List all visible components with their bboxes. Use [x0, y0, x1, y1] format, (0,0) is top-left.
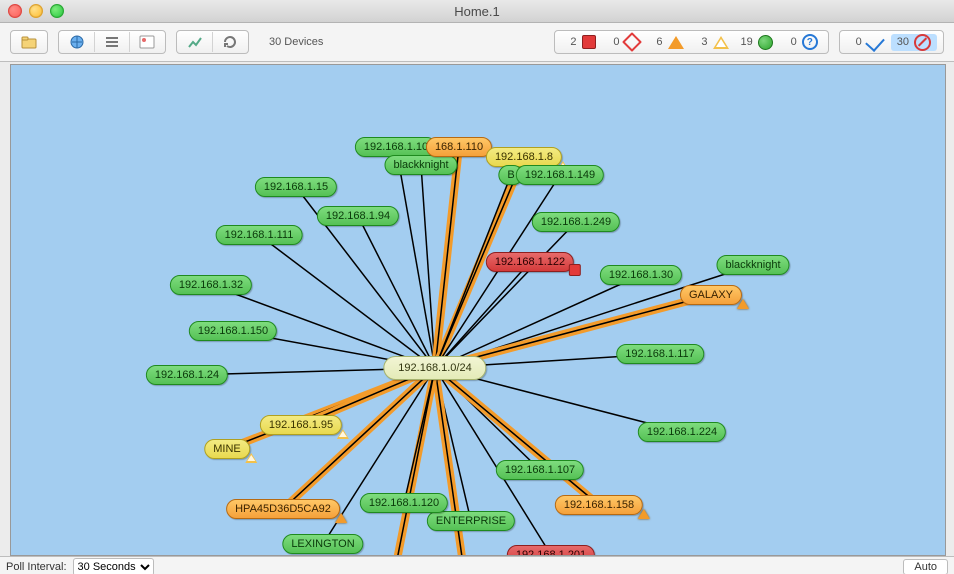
alarm-badge-icon — [335, 513, 347, 523]
status-ok[interactable]: 19 — [737, 35, 777, 50]
alarm-icon — [668, 36, 684, 49]
warning-badge-icon — [245, 453, 257, 463]
maximize-icon[interactable] — [50, 4, 64, 18]
globe-button[interactable] — [60, 32, 95, 52]
device-node-n249[interactable]: 192.168.1.249 — [532, 212, 620, 232]
status-alarm-count: 6 — [651, 36, 663, 48]
open-map-button[interactable] — [12, 32, 46, 52]
card-view-button[interactable] — [130, 32, 164, 52]
device-count-label: 30 Devices — [259, 32, 333, 52]
status-unknown[interactable]: 0 ? — [781, 34, 822, 50]
list-view-button[interactable] — [95, 32, 130, 52]
device-node-n110[interactable]: 168.1.110 — [426, 137, 492, 157]
device-node-n224[interactable]: 192.168.1.224 — [638, 422, 726, 442]
device-node-nhpa[interactable]: HPA45D36D5CA92 — [226, 499, 340, 519]
device-node-n95[interactable]: 192.168.1.95 — [260, 415, 342, 435]
poll-interval-label: Poll Interval: — [6, 561, 67, 573]
device-node-n94[interactable]: 192.168.1.94 — [317, 206, 399, 226]
warning-badge-icon — [337, 429, 349, 439]
minimize-icon[interactable] — [29, 4, 43, 18]
toolbar: 30 Devices 2 0 6 3 19 0 ? 0 — [0, 23, 954, 62]
status-down[interactable]: 2 — [561, 35, 600, 49]
device-node-n149[interactable]: 192.168.1.149 — [516, 165, 604, 185]
device-node-n107[interactable]: 192.168.1.107 — [496, 460, 584, 480]
status-acked[interactable]: 0 — [846, 36, 887, 48]
warning-icon — [713, 36, 729, 49]
alarm-badge-icon — [638, 509, 650, 519]
network-map-canvas[interactable]: 192.168.1.0/24 192.168.1.32 192.168.1.111 1… — [10, 64, 946, 556]
status-alarm[interactable]: 6 — [647, 36, 688, 49]
unknown-icon: ? — [802, 34, 818, 50]
device-node-nbk1[interactable]: blackknight — [384, 155, 457, 175]
device-node-nmine[interactable]: MINE — [204, 439, 250, 459]
device-node-n24[interactable]: 192.168.1.24 — [146, 365, 228, 385]
status-down-count: 2 — [565, 36, 577, 48]
status-warning-count: 3 — [696, 36, 708, 48]
center-node[interactable]: 192.168.1.0/24 — [383, 356, 486, 380]
device-node-n32[interactable]: 192.168.1.32 — [170, 275, 252, 295]
device-node-n122[interactable]: 192.168.1.122 — [486, 252, 574, 272]
status-group-ack: 0 30 — [839, 30, 944, 54]
status-bar: Poll Interval: 30 Seconds Auto — [0, 556, 954, 574]
device-node-nent[interactable]: ENTERPRISE — [427, 511, 515, 531]
status-unacked[interactable]: 30 — [891, 34, 937, 51]
device-node-n8[interactable]: 192.168.1.8 — [486, 147, 562, 167]
down-badge-icon — [569, 264, 581, 276]
poll-interval-select[interactable]: 30 Seconds — [73, 558, 154, 574]
auto-button[interactable]: Auto — [903, 559, 948, 574]
status-critical[interactable]: 0 — [604, 35, 643, 49]
down-icon — [582, 35, 596, 49]
device-node-n150[interactable]: 192.168.1.150 — [189, 321, 277, 341]
device-node-nlex[interactable]: LEXINGTON — [282, 534, 363, 554]
window-title: Home.1 — [454, 4, 500, 19]
chart-button[interactable] — [178, 32, 213, 52]
device-node-nbk2[interactable]: blackknight — [716, 255, 789, 275]
toolbar-group-view — [58, 30, 166, 54]
device-node-n15[interactable]: 192.168.1.15 — [255, 177, 337, 197]
status-ok-count: 19 — [741, 36, 753, 48]
toolbar-group-file — [10, 30, 48, 54]
ack-icon — [865, 32, 885, 52]
toolbar-group-chart — [176, 30, 249, 54]
device-node-n111[interactable]: 192.168.1.111 — [216, 225, 303, 245]
alarm-badge-icon — [737, 299, 749, 309]
status-group-states: 2 0 6 3 19 0 ? — [554, 30, 829, 54]
device-node-n30[interactable]: 192.168.1.30 — [600, 265, 682, 285]
device-node-n201[interactable]: 192.168.1.201 — [507, 545, 595, 556]
close-icon[interactable] — [8, 4, 22, 18]
window-traffic-lights — [8, 4, 64, 18]
device-node-n120[interactable]: 192.168.1.120 — [360, 493, 448, 513]
ok-icon — [758, 35, 773, 50]
status-warning[interactable]: 3 — [692, 36, 733, 49]
unack-icon — [914, 34, 931, 51]
device-node-n158[interactable]: 192.168.1.158 — [555, 495, 643, 515]
device-node-n117[interactable]: 192.168.1.117 — [616, 344, 704, 364]
critical-icon — [622, 32, 642, 52]
title-bar: Home.1 — [0, 0, 954, 23]
status-acked-count: 0 — [850, 36, 862, 48]
device-node-ngal[interactable]: GALAXY — [680, 285, 742, 305]
refresh-button[interactable] — [213, 32, 247, 52]
status-critical-count: 0 — [608, 36, 620, 48]
status-unknown-count: 0 — [785, 36, 797, 48]
status-unacked-count: 30 — [897, 36, 909, 48]
device-node-n10[interactable]: 192.168.1.10 — [355, 137, 437, 157]
